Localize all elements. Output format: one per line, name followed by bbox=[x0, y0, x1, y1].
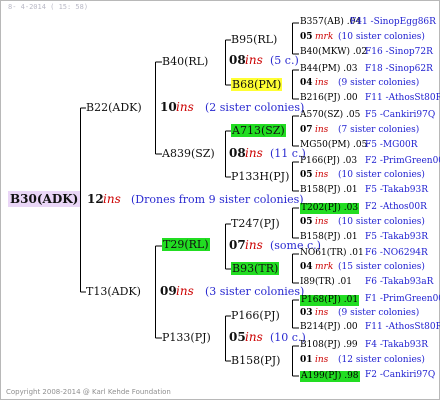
gen4-queen[interactable]: B216(PJ) .00 bbox=[300, 94, 358, 103]
gen4-origin: F16 -Sinop72R bbox=[365, 47, 433, 57]
connector-p133h bbox=[292, 161, 299, 192]
a839-num: 08 bbox=[229, 146, 246, 160]
gen4-queen[interactable]: T202(PJ) .03 bbox=[300, 203, 360, 214]
header-date: 8- 4-2014 ( 15: 58) bbox=[8, 3, 89, 11]
gen4-queen[interactable]: P168(PJ) .01 bbox=[300, 295, 360, 306]
root-num: 12 bbox=[87, 192, 104, 206]
gen4-queen[interactable]: B40(MKW) .02 bbox=[300, 48, 367, 57]
gen4-drone-note: (7 sister colonies) bbox=[338, 125, 420, 135]
gen4-drone-mark: ins bbox=[315, 308, 329, 318]
queen-b95[interactable]: B95(RL) bbox=[231, 34, 277, 45]
gen4-drone-num: 05 bbox=[300, 217, 313, 227]
gen4-drone-num: 04 bbox=[300, 78, 313, 88]
gen4-drone-num: 05 bbox=[300, 32, 313, 42]
gen4-origin: F11 -AthosSt80R bbox=[365, 322, 440, 332]
queen-b93[interactable]: B93(TR) bbox=[231, 262, 280, 275]
gen4-origin: F1 -PrimGreen00 bbox=[365, 294, 440, 304]
queen-b68[interactable]: B68(PM) bbox=[231, 78, 283, 91]
connector-root bbox=[80, 107, 86, 293]
gen4-origin: F5 -MG00R bbox=[365, 140, 418, 150]
connector-t247 bbox=[292, 207, 299, 239]
t13-mark: ins bbox=[176, 284, 194, 298]
gen4-queen[interactable]: B158(PJ) .01 bbox=[300, 186, 358, 195]
gen4-origin: F5 -Cankiri97Q bbox=[365, 110, 436, 120]
t29-mark: ins bbox=[245, 238, 263, 252]
connector-b95 bbox=[292, 22, 299, 55]
gen4-origin: F2 -Cankiri97Q bbox=[365, 370, 436, 380]
gen4-drone-num: 03 bbox=[300, 308, 313, 318]
gen4-drone-num: 04 bbox=[300, 262, 313, 272]
queen-b40[interactable]: B40(RL) bbox=[162, 56, 208, 67]
queen-b158[interactable]: B158(PJ) bbox=[231, 355, 280, 366]
b95-num: 08 bbox=[229, 53, 246, 67]
gen4-queen[interactable]: B44(PM) .03 bbox=[300, 65, 358, 74]
a839-mark: ins bbox=[245, 146, 263, 160]
b22-note: (2 sister colonies) bbox=[205, 101, 305, 114]
queen-t29[interactable]: T29(RL) bbox=[162, 238, 210, 251]
queen-a839[interactable]: A839(SZ) bbox=[162, 148, 215, 159]
gen4-origin: F18 -Sinop62R bbox=[365, 64, 433, 74]
gen4-queen[interactable]: A199(PJ) .98 bbox=[300, 371, 360, 382]
gen4-queen[interactable]: P166(PJ) .03 bbox=[300, 157, 357, 166]
connector-p166 bbox=[292, 299, 299, 329]
gen4-queen[interactable]: MG50(PM) .05 bbox=[300, 141, 367, 150]
gen4-queen[interactable]: I89(TR) .01 bbox=[300, 278, 352, 287]
gen4-queen[interactable]: A570(SZ) .05 bbox=[300, 111, 360, 120]
gen4-drone-mark: ins bbox=[315, 78, 329, 88]
b95-mark: ins bbox=[245, 53, 263, 67]
gen4-drone-num: 05 bbox=[300, 170, 313, 180]
b22-mark: ins bbox=[176, 100, 194, 114]
root-queen[interactable]: B30(ADK) bbox=[8, 191, 81, 207]
gen4-origin: F5 -Takab93R bbox=[365, 232, 429, 242]
t13-num: 09 bbox=[160, 284, 177, 298]
connector-b68 bbox=[292, 69, 299, 100]
connector-a713 bbox=[292, 115, 299, 147]
queen-b22[interactable]: B22(ADK) bbox=[86, 102, 142, 113]
b95-note: (5 c.) bbox=[270, 54, 299, 67]
gen4-queen[interactable]: B158(PJ) .01 bbox=[300, 233, 358, 242]
gen4-drone-note: (10 sister colonies) bbox=[338, 217, 425, 227]
gen4-drone-note: (9 sister colonies) bbox=[338, 78, 420, 88]
t13-note: (3 sister colonies) bbox=[205, 285, 305, 298]
gen4-origin: F11 -AthosSt80R bbox=[365, 93, 440, 103]
gen4-drone-note: (10 sister colonies) bbox=[338, 32, 425, 42]
gen4-origin: F2 -Athos00R bbox=[365, 202, 427, 212]
p133-mark: ins bbox=[245, 330, 263, 344]
t29-num: 07 bbox=[229, 238, 246, 252]
root-mark: ins bbox=[103, 192, 121, 206]
gen4-drone-note: (10 sister colonies) bbox=[338, 170, 425, 180]
gen4-drone-num: 01 bbox=[300, 355, 313, 365]
gen4-drone-num: 07 bbox=[300, 125, 313, 135]
gen4-origin: F6 -NO6294R bbox=[365, 248, 428, 258]
queen-t247[interactable]: T247(PJ) bbox=[231, 218, 280, 229]
gen4-queen[interactable]: NO61(TR) .01 bbox=[300, 249, 364, 258]
gen4-queen[interactable]: B108(PJ) .99 bbox=[300, 341, 358, 350]
queen-p133h[interactable]: P133H(PJ) bbox=[231, 171, 289, 182]
queen-p166[interactable]: P166(PJ) bbox=[231, 310, 280, 321]
gen4-drone-note: (12 sister colonies) bbox=[338, 355, 425, 365]
gen4-origin: F5 -Takab93R bbox=[365, 185, 429, 195]
queen-p133[interactable]: P133(PJ) bbox=[162, 332, 211, 343]
gen4-queen[interactable]: B214(PJ) .00 bbox=[300, 323, 358, 332]
footer-copyright: Copyright 2008-2014 @ Karl Kehde Foundat… bbox=[6, 388, 171, 396]
gen4-drone-mark: ins bbox=[315, 125, 329, 135]
gen4-drone-mark: ins bbox=[315, 355, 329, 365]
gen4-origin: F6 -Takab93aR bbox=[365, 277, 434, 287]
gen4-origin: F2 -PrimGreen00 bbox=[365, 156, 440, 166]
gen4-origin: F41 -SinopEgg86R bbox=[350, 17, 436, 27]
gen4-drone-mark: mrk bbox=[315, 262, 334, 272]
connector-b93 bbox=[292, 253, 299, 284]
p133-num: 05 bbox=[229, 330, 246, 344]
queen-a713[interactable]: A713(SZ) bbox=[231, 124, 286, 137]
gen4-drone-note: (15 sister colonies) bbox=[338, 262, 425, 272]
gen4-drone-mark: mrk bbox=[315, 32, 334, 42]
root-note: (Drones from 9 sister colonies) bbox=[131, 193, 304, 206]
gen4-drone-note: (9 sister colonies) bbox=[338, 308, 420, 318]
connector-b158 bbox=[292, 345, 299, 377]
gen4-origin: F4 -Takab93R bbox=[365, 340, 429, 350]
gen4-drone-mark: ins bbox=[315, 170, 329, 180]
queen-t13[interactable]: T13(ADK) bbox=[86, 286, 141, 297]
gen4-drone-mark: ins bbox=[315, 217, 329, 227]
b22-num: 10 bbox=[160, 100, 177, 114]
